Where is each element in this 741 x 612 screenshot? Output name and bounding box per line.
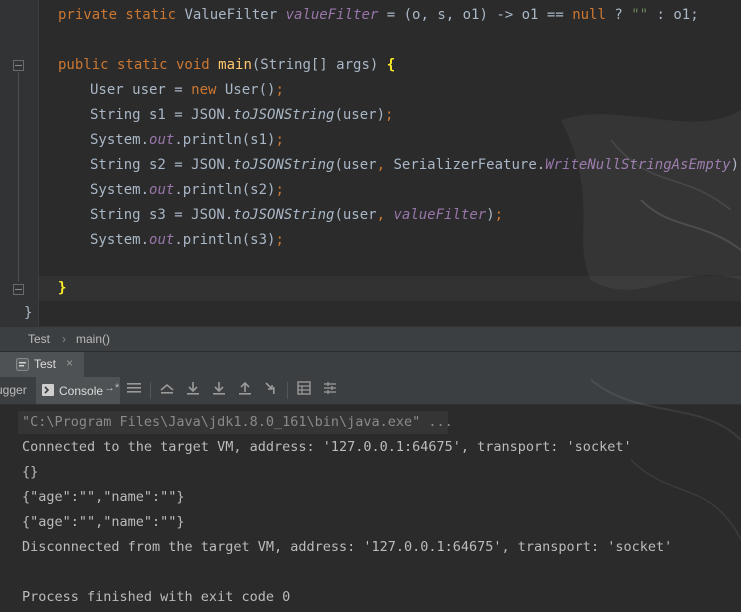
console-toolbar: ugger Console →* bbox=[0, 377, 741, 405]
code-token: String s3 = JSON. bbox=[90, 207, 234, 223]
trace-streams-icon[interactable] bbox=[321, 381, 339, 399]
code-line[interactable]: String s3 = JSON.toJSONString(user, valu… bbox=[90, 203, 503, 228]
code-token: String s1 = JSON. bbox=[90, 107, 234, 123]
tab-debugger[interactable]: ugger bbox=[0, 383, 27, 397]
code-line[interactable]: } bbox=[24, 301, 32, 326]
code-token: ; bbox=[385, 107, 394, 123]
run-config-icon bbox=[16, 358, 29, 371]
evaluate-expression-icon[interactable] bbox=[295, 381, 313, 399]
code-line[interactable]: public static void main(String[] args) { bbox=[58, 53, 395, 78]
tab-console[interactable]: Console →* bbox=[36, 377, 120, 404]
code-token: toJSONString bbox=[233, 107, 335, 123]
code-token: out bbox=[149, 232, 175, 248]
code-token: { bbox=[386, 57, 396, 73]
code-line[interactable]: String s2 = JSON.toJSONString(user, Seri… bbox=[90, 153, 741, 178]
breadcrumb-method[interactable]: main() bbox=[76, 332, 110, 346]
code-token: (user) bbox=[334, 107, 386, 123]
code-token: (user bbox=[334, 207, 377, 223]
console-line: {"age":"","name":""} bbox=[22, 514, 185, 530]
code-token: public static void bbox=[58, 57, 219, 73]
console-icon bbox=[42, 384, 54, 396]
code-token: .println(s1) bbox=[174, 132, 276, 148]
console-tab-label: Console bbox=[59, 384, 104, 398]
run-tool-window-tabs: Test × bbox=[0, 351, 741, 377]
code-token: valueFilter bbox=[393, 207, 487, 223]
code-token: } bbox=[58, 280, 67, 296]
fold-marker-end[interactable] bbox=[13, 284, 24, 295]
code-token: null bbox=[572, 7, 606, 23]
code-token: ) bbox=[730, 157, 740, 173]
code-token: toJSONString bbox=[233, 157, 335, 173]
code-line[interactable]: System.out.println(s3); bbox=[90, 228, 284, 253]
code-token: WriteNullStringAsEmpty bbox=[545, 157, 731, 173]
code-token: new bbox=[191, 82, 225, 98]
console-line: "C:\Program Files\Java\jdk1.8.0_161\bin\… bbox=[22, 414, 453, 430]
code-token: valueFilter bbox=[285, 7, 379, 23]
code-token: System. bbox=[90, 232, 150, 248]
close-icon[interactable]: × bbox=[66, 356, 73, 370]
code-token: ; bbox=[275, 132, 284, 148]
code-token: ; bbox=[494, 207, 504, 223]
step-over-icon[interactable] bbox=[184, 381, 202, 399]
code-token: System. bbox=[90, 182, 150, 198]
code-token: .println(s3) bbox=[174, 232, 276, 248]
code-line[interactable]: System.out.println(s1); bbox=[90, 128, 284, 153]
run-tab-label: Test bbox=[34, 357, 57, 371]
step-into-icon[interactable] bbox=[210, 381, 228, 399]
code-token: ? bbox=[605, 7, 632, 23]
code-token: out bbox=[149, 182, 175, 198]
code-token: .println(s2) bbox=[174, 182, 276, 198]
code-token: User() bbox=[224, 82, 276, 98]
code-line[interactable]: String s1 = JSON.toJSONString(user); bbox=[90, 103, 393, 128]
editor-gutter[interactable] bbox=[0, 0, 38, 326]
code-line[interactable]: System.out.println(s2); bbox=[90, 178, 284, 203]
toolbar-separator bbox=[150, 382, 151, 399]
show-execution-point-icon[interactable] bbox=[158, 381, 176, 399]
code-token: , bbox=[376, 207, 394, 223]
breadcrumb-separator: › bbox=[62, 332, 66, 346]
code-token: User user = bbox=[90, 82, 192, 98]
code-token: (String[] args) bbox=[251, 57, 387, 73]
code-token: ValueFilter bbox=[184, 7, 286, 23]
code-line[interactable]: User user = new User(); bbox=[90, 78, 284, 103]
toolbar-separator bbox=[287, 382, 288, 399]
code-token: ; bbox=[275, 232, 284, 248]
code-token: main bbox=[218, 57, 252, 73]
pin-tab-icon[interactable]: →* bbox=[104, 382, 119, 394]
code-token: private static bbox=[58, 7, 185, 23]
code-token: = (o, s, o1) -> o1 == bbox=[378, 7, 573, 23]
code-token: , bbox=[376, 157, 394, 173]
breadcrumb: Test › main() bbox=[0, 326, 741, 352]
code-token: "" bbox=[631, 7, 649, 23]
code-token: toJSONString bbox=[233, 207, 335, 223]
console-output[interactable]: "C:\Program Files\Java\jdk1.8.0_161\bin\… bbox=[0, 405, 741, 612]
code-token: System. bbox=[90, 132, 150, 148]
code-token: ; bbox=[275, 182, 284, 198]
current-line-highlight bbox=[39, 276, 741, 301]
code-token: SerializerFeature. bbox=[393, 157, 546, 173]
console-line: Connected to the target VM, address: '12… bbox=[22, 439, 632, 455]
fold-marker-main[interactable] bbox=[13, 60, 24, 71]
breadcrumb-class[interactable]: Test bbox=[28, 332, 50, 346]
code-line[interactable]: private static ValueFilter valueFilter =… bbox=[58, 3, 699, 28]
fold-guide bbox=[18, 72, 19, 282]
run-to-cursor-icon[interactable] bbox=[262, 381, 280, 399]
tab-run-test[interactable]: Test × bbox=[0, 352, 84, 377]
code-token: String s2 = JSON. bbox=[90, 157, 234, 173]
code-token: ; bbox=[275, 82, 284, 98]
step-out-icon[interactable] bbox=[236, 381, 254, 399]
code-line[interactable]: } bbox=[58, 276, 66, 301]
menu-lines-icon[interactable] bbox=[125, 381, 143, 399]
code-token: } bbox=[24, 305, 33, 321]
console-line: {"age":"","name":""} bbox=[22, 489, 185, 505]
code-token: : o1; bbox=[648, 7, 699, 23]
console-line: {} bbox=[22, 464, 39, 480]
code-editor[interactable]: private static ValueFilter valueFilter =… bbox=[0, 0, 741, 326]
console-line: Disconnected from the target VM, address… bbox=[22, 539, 673, 555]
code-token: ) bbox=[486, 207, 495, 223]
code-token: out bbox=[149, 132, 175, 148]
code-token: (user bbox=[334, 157, 377, 173]
console-line: Process finished with exit code 0 bbox=[22, 589, 291, 605]
